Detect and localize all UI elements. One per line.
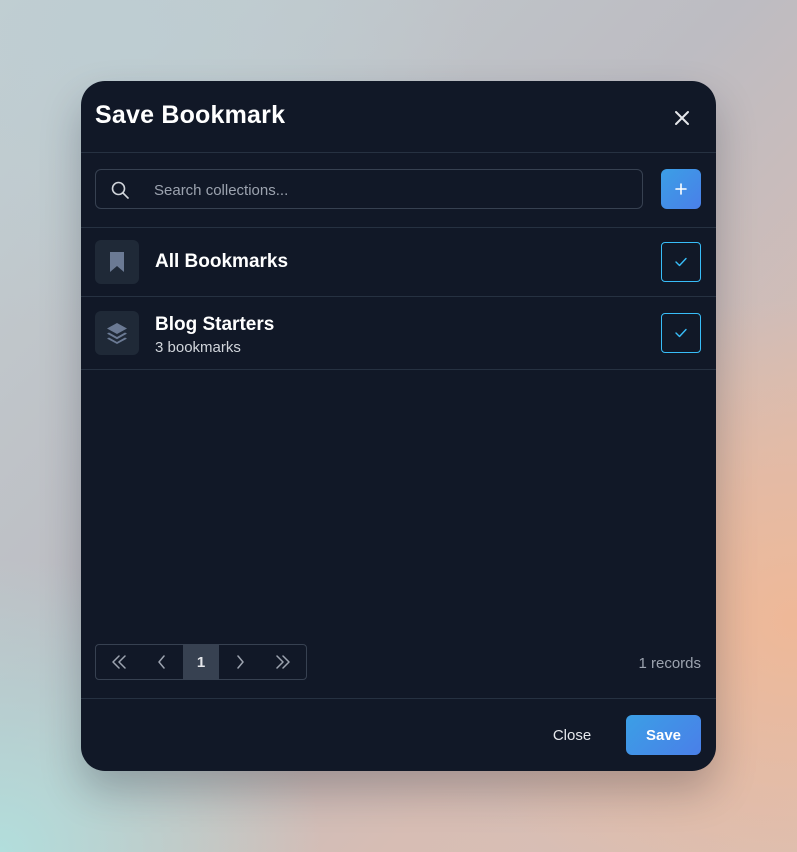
close-icon-glyph — [675, 111, 689, 125]
collection-row-all-bookmarks[interactable]: All Bookmarks — [81, 228, 716, 297]
collection-checkbox[interactable] — [661, 313, 701, 353]
plus-icon — [675, 183, 687, 195]
search-icon — [111, 181, 129, 199]
collection-row-blog-starters[interactable]: Blog Starters 3 bookmarks — [81, 297, 716, 370]
collection-title: Blog Starters — [155, 314, 275, 335]
layers-icon — [95, 311, 139, 355]
current-page-button[interactable]: 1 — [183, 645, 219, 679]
check-icon — [675, 328, 687, 338]
dialog-header: Save Bookmark — [81, 81, 716, 153]
last-page-button[interactable] — [260, 645, 306, 679]
dialog-footer: Close Save — [81, 698, 716, 771]
save-bookmark-dialog: Save Bookmark All — [81, 81, 716, 771]
save-button[interactable]: Save — [626, 715, 701, 755]
add-collection-button[interactable] — [661, 169, 701, 209]
close-icon[interactable] — [669, 105, 695, 131]
bookmark-icon — [95, 240, 139, 284]
layers-icon-glyph — [107, 323, 127, 344]
records-count: 1 records — [638, 655, 701, 672]
collection-list: All Bookmarks Blog Starters 3 bookmarks — [81, 228, 716, 370]
collection-count: 3 bookmarks — [155, 339, 241, 356]
pagination: 1 — [95, 644, 307, 680]
check-icon — [675, 257, 687, 267]
chevron-left-icon — [158, 655, 166, 669]
bookmark-icon-glyph — [110, 252, 124, 272]
chevron-right-icon — [236, 655, 244, 669]
first-page-button[interactable] — [96, 645, 142, 679]
close-button[interactable]: Close — [540, 715, 604, 755]
collection-checkbox[interactable] — [661, 242, 701, 282]
collection-title: All Bookmarks — [155, 251, 289, 272]
search-row — [81, 153, 716, 228]
search-field[interactable] — [95, 169, 643, 210]
double-chevron-left-icon — [112, 655, 126, 669]
prev-page-button[interactable] — [142, 645, 184, 679]
next-page-button[interactable] — [219, 645, 261, 679]
dialog-title: Save Bookmark — [95, 101, 286, 129]
search-input[interactable] — [152, 170, 626, 210]
double-chevron-right-icon — [276, 655, 290, 669]
